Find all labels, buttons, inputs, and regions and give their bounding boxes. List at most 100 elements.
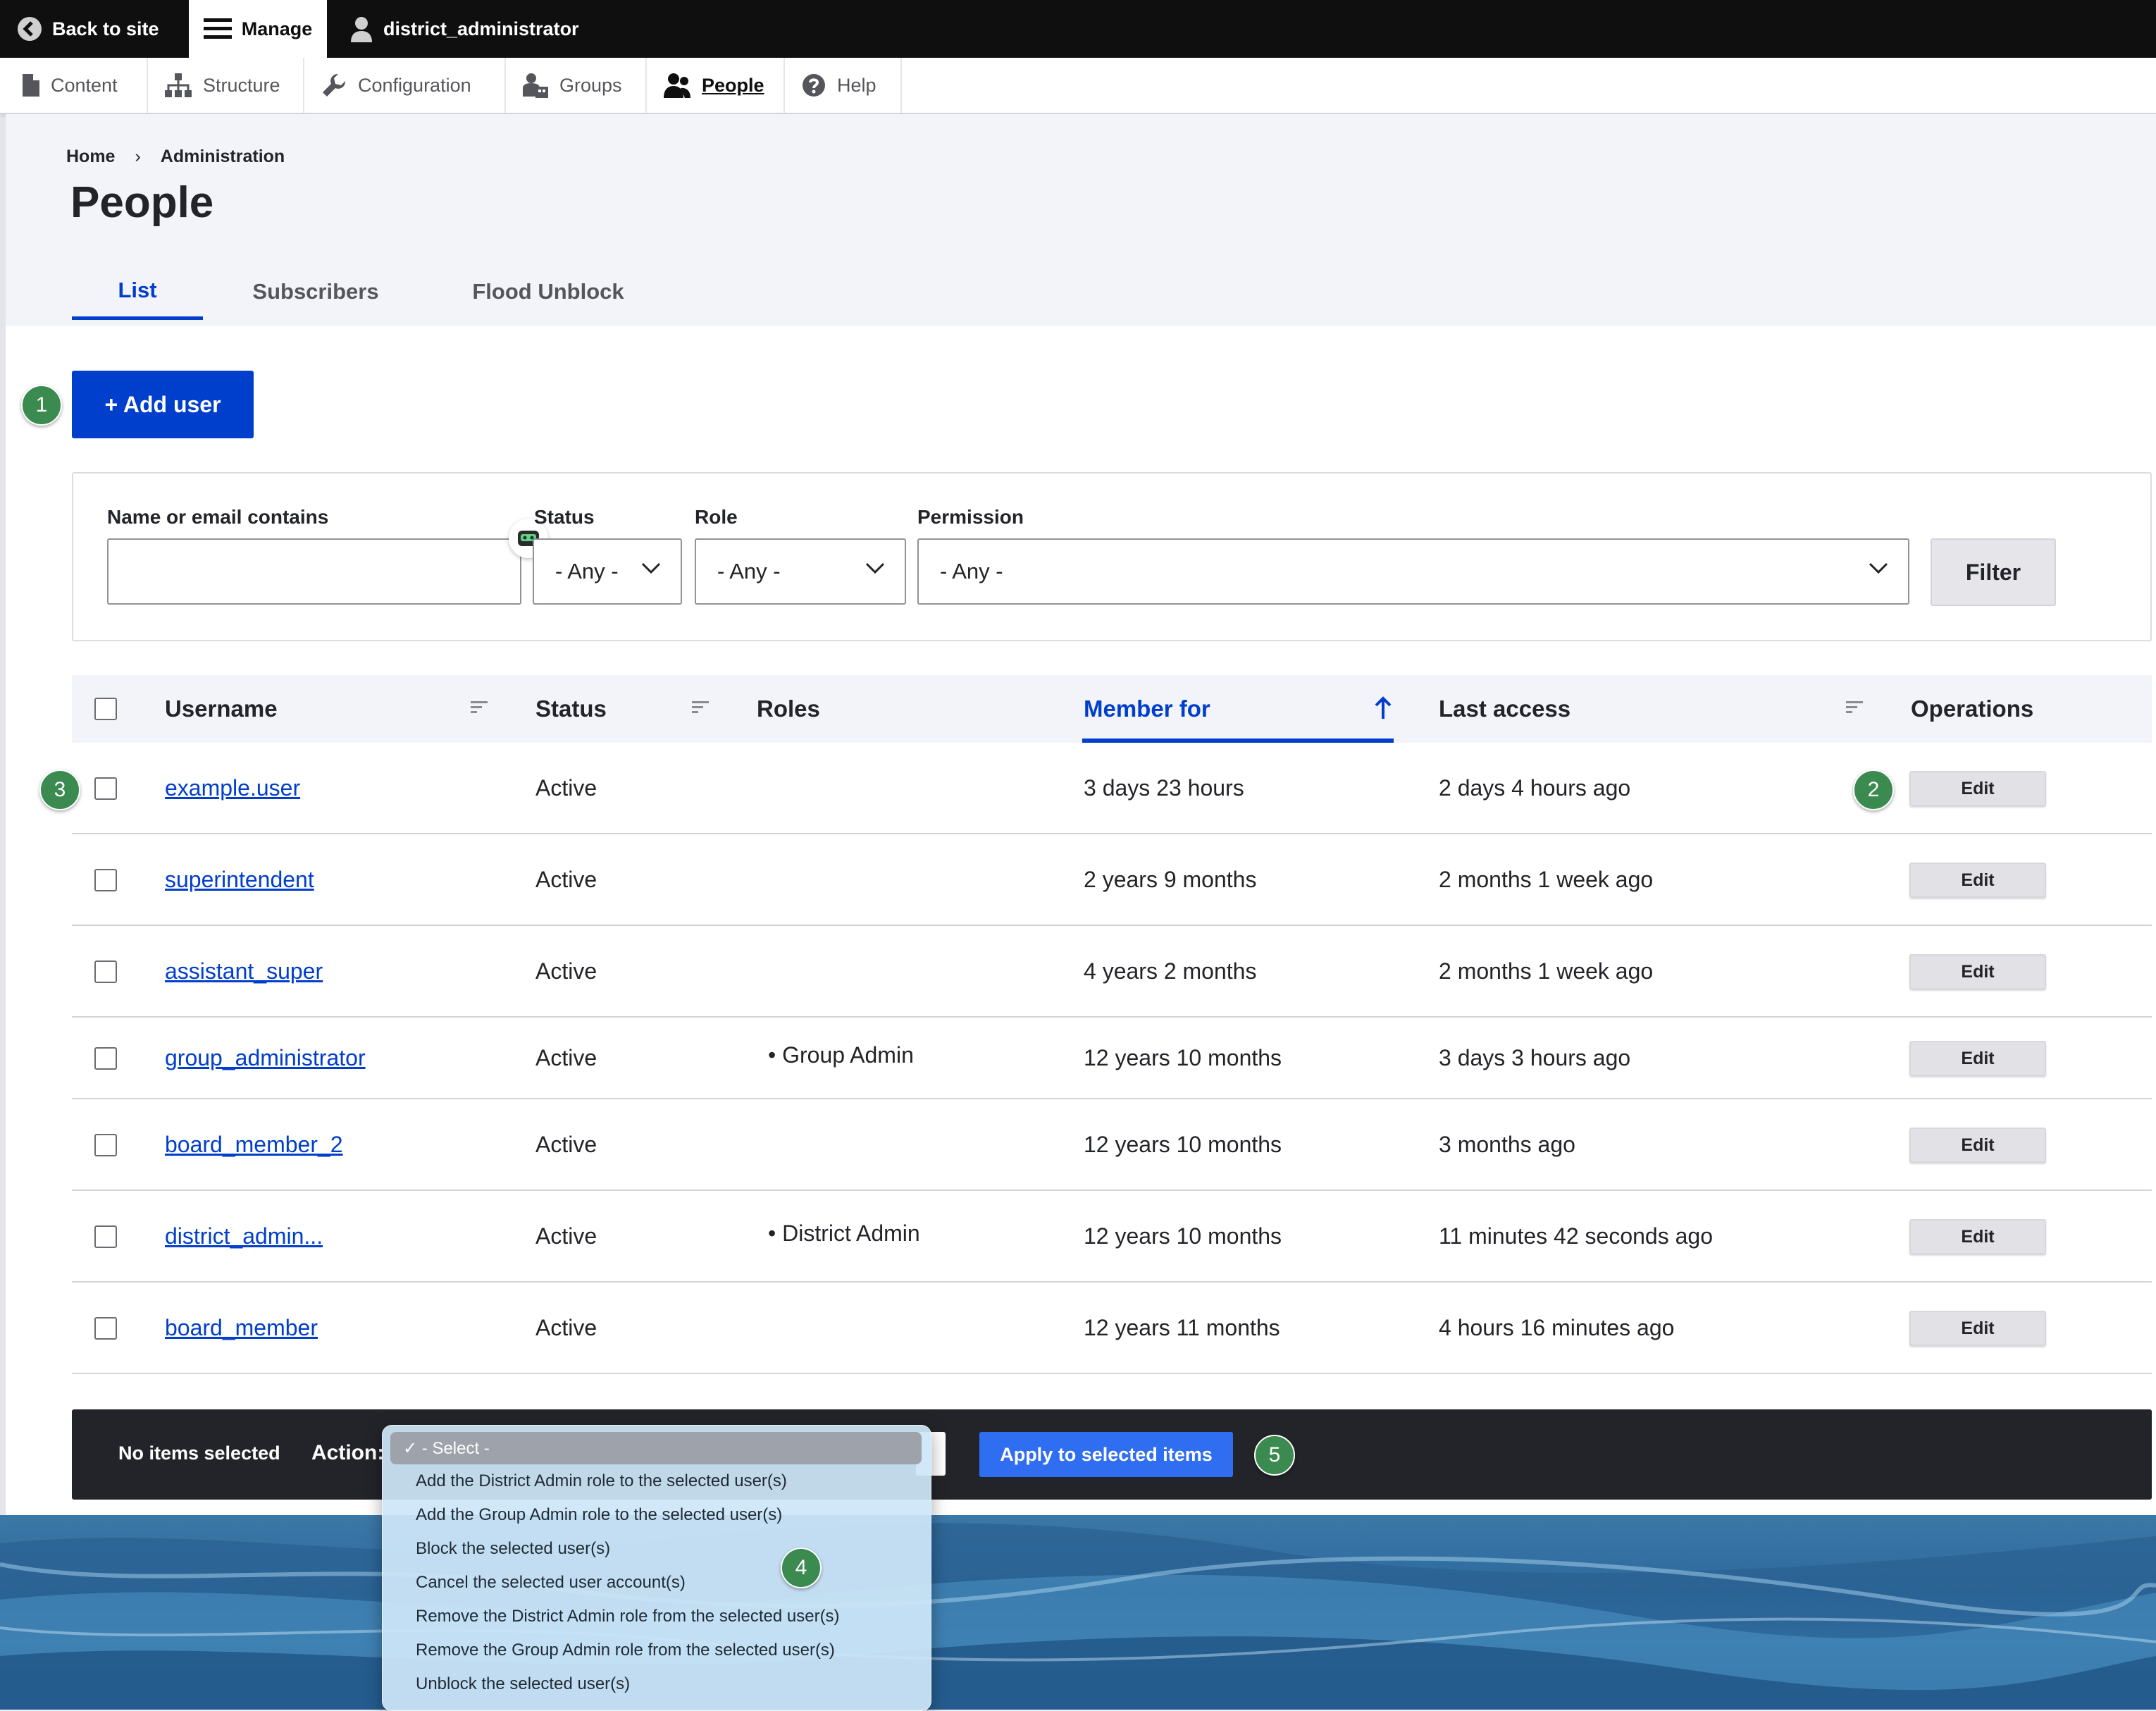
last-access-cell: 11 minutes 42 seconds ago — [1439, 1223, 1713, 1249]
sort-icon[interactable] — [692, 700, 710, 715]
manage-tab[interactable]: Manage — [189, 0, 327, 58]
select-all-checkbox[interactable] — [94, 698, 117, 720]
member-for-cell: 2 years 9 months — [1084, 867, 1257, 892]
admin-tray: Content Structure Configuration Groups P… — [0, 58, 2156, 114]
username-link[interactable]: board_member — [165, 1315, 318, 1341]
status-cell: Active — [535, 958, 597, 984]
last-access-cell: 2 days 4 hours ago — [1439, 775, 1631, 801]
name-filter-input[interactable] — [107, 538, 521, 605]
dropdown-option[interactable]: Cancel the selected user account(s) — [416, 1573, 686, 1593]
tab-subscribers[interactable]: Subscribers — [238, 264, 393, 320]
tray-item-structure[interactable]: Structure — [148, 58, 304, 113]
member-for-cell: 12 years 10 months — [1084, 1132, 1282, 1157]
tab-list[interactable]: List — [72, 264, 203, 320]
row-select-checkbox[interactable] — [94, 869, 117, 891]
edit-button[interactable]: Edit — [1909, 863, 2046, 898]
row-select-checkbox[interactable] — [94, 1047, 117, 1070]
sort-icon[interactable] — [471, 700, 489, 715]
annotation-badge-2: 2 — [1853, 770, 1894, 810]
breadcrumb: Home › Administration — [66, 147, 285, 167]
username-link[interactable]: district_admin... — [165, 1223, 323, 1249]
dropdown-option[interactable]: Remove the Group Admin role from the sel… — [416, 1641, 835, 1660]
status-filter-label: Status — [534, 506, 595, 528]
name-filter-label: Name or email contains — [107, 506, 329, 528]
user-menu[interactable]: district_administrator — [349, 0, 579, 58]
status-cell: Active — [535, 1223, 597, 1249]
file-icon — [23, 74, 39, 97]
dropdown-option[interactable]: Add the District Admin role to the selec… — [416, 1471, 787, 1491]
bulk-action-label: Action: — [311, 1441, 385, 1464]
edit-button[interactable]: Edit — [1909, 771, 2046, 806]
breadcrumb-home[interactable]: Home — [66, 147, 115, 167]
add-user-button[interactable]: + Add user — [72, 371, 254, 438]
last-access-cell: 3 months ago — [1439, 1132, 1575, 1157]
bulk-selection-status: No items selected — [118, 1443, 280, 1464]
back-to-site-link[interactable]: Back to site — [17, 0, 159, 58]
status-cell: Active — [535, 1045, 597, 1070]
column-roles: Roles — [757, 696, 820, 722]
desktop-wallpaper — [0, 1523, 2156, 1710]
tab-flood-unblock[interactable]: Flood Unblock — [457, 264, 640, 320]
permission-filter-value: - Any - — [940, 559, 1003, 583]
permission-filter-select[interactable]: - Any - — [917, 538, 1909, 605]
tray-item-help[interactable]: Help — [785, 58, 902, 113]
column-username[interactable]: Username — [165, 675, 278, 743]
tray-item-people[interactable]: People — [647, 58, 785, 113]
dropdown-option-select[interactable]: ✓ - Select - — [390, 1432, 922, 1464]
chevron-down-icon — [641, 562, 661, 574]
dropdown-option[interactable]: Unblock the selected user(s) — [416, 1674, 630, 1694]
user-icon — [351, 17, 372, 42]
page-title: People — [70, 178, 214, 227]
tray-item-configuration[interactable]: Configuration — [304, 58, 506, 113]
roles-cell: • District Admin — [768, 1221, 920, 1246]
row-select-checkbox[interactable] — [94, 960, 117, 983]
edit-button[interactable]: Edit — [1909, 1311, 2046, 1346]
row-select-checkbox[interactable] — [94, 777, 117, 800]
column-operations: Operations — [1911, 696, 2034, 722]
sitemap-icon — [165, 73, 192, 97]
role-filter-label: Role — [695, 506, 738, 528]
tray-item-label: Help — [837, 74, 876, 96]
bulk-action-dropdown-list — [382, 1425, 931, 1711]
column-status[interactable]: Status — [535, 675, 607, 743]
member-for-cell: 4 years 2 months — [1084, 958, 1257, 984]
tray-item-label: Structure — [203, 74, 280, 96]
column-member-for[interactable]: Member for — [1084, 675, 1210, 743]
dropdown-option[interactable]: Add the Group Admin role to the selected… — [416, 1505, 782, 1525]
tray-item-label: People — [702, 74, 764, 96]
filter-button[interactable]: Filter — [1931, 538, 2056, 606]
tray-item-groups[interactable]: Groups — [506, 58, 647, 113]
last-access-cell: 2 months 1 week ago — [1439, 867, 1654, 892]
status-filter-select[interactable]: - Any - — [533, 538, 682, 605]
column-last-access[interactable]: Last access — [1439, 675, 1570, 743]
edit-button[interactable]: Edit — [1909, 954, 2046, 989]
hamburger-icon — [203, 18, 232, 39]
dropdown-option[interactable]: Block the selected user(s) — [416, 1539, 610, 1559]
username-link[interactable]: assistant_super — [165, 958, 323, 984]
arrow-up-icon[interactable] — [1374, 696, 1392, 720]
edit-button[interactable]: Edit — [1909, 1219, 2046, 1254]
row-select-checkbox[interactable] — [94, 1134, 117, 1156]
role-filter-select[interactable]: - Any - — [695, 538, 906, 605]
breadcrumb-administration[interactable]: Administration — [161, 147, 285, 167]
member-for-cell: 12 years 10 months — [1084, 1223, 1282, 1249]
dropdown-option[interactable]: Remove the District Admin role from the … — [416, 1607, 840, 1626]
username-link[interactable]: board_member_2 — [165, 1132, 343, 1158]
breadcrumb-separator: › — [135, 147, 141, 166]
help-icon — [803, 74, 825, 97]
admin-toolbar: Back to site Manage district_administrat… — [0, 0, 2156, 58]
group-icon — [523, 73, 548, 98]
apply-to-selected-button[interactable]: Apply to selected items — [979, 1432, 1233, 1477]
tray-item-content[interactable]: Content — [6, 58, 148, 113]
sort-icon[interactable] — [1846, 700, 1864, 715]
username-link[interactable]: superintendent — [165, 867, 314, 893]
username-link[interactable]: example.user — [165, 775, 300, 801]
last-access-cell: 3 days 3 hours ago — [1439, 1045, 1631, 1070]
tray-item-label: Configuration — [358, 74, 471, 96]
row-select-checkbox[interactable] — [94, 1225, 117, 1248]
edit-button[interactable]: Edit — [1909, 1041, 2046, 1076]
username-link[interactable]: group_administrator — [165, 1045, 366, 1071]
edit-button[interactable]: Edit — [1909, 1128, 2046, 1163]
row-select-checkbox[interactable] — [94, 1317, 117, 1340]
people-icon — [664, 73, 690, 98]
